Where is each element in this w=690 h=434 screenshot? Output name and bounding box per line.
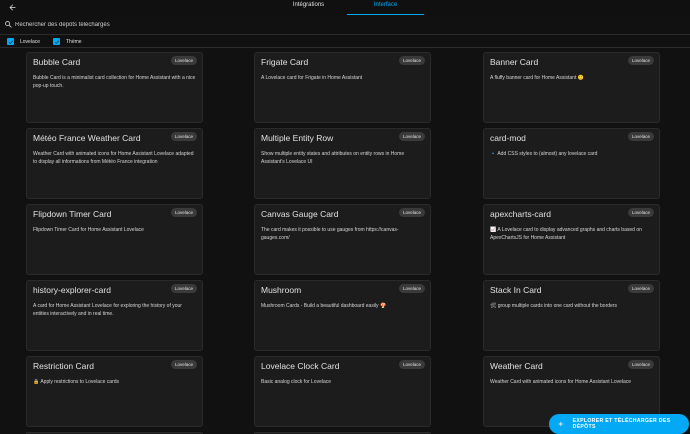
card-description: 🔹 Add CSS styles to (almost) any lovelac… bbox=[490, 151, 598, 157]
card-description: Flipdown Timer Card for Home Assistant L… bbox=[33, 227, 144, 233]
arrow-left-icon bbox=[9, 4, 15, 11]
repo-card-banner-card[interactable]: Banner Card Lovelace A fluffy banner car… bbox=[483, 52, 660, 123]
card-title: card-mod bbox=[490, 133, 526, 143]
card-description: Mushroom Cards - Build a beautiful dashb… bbox=[261, 303, 387, 309]
top-app-bar: Intégrations Interface bbox=[0, 0, 690, 15]
tab-integrations-label: Intégrations bbox=[292, 2, 325, 8]
category-badge: Lovelace bbox=[627, 208, 654, 217]
repo-card-mushroom[interactable]: Mushroom Lovelace Mushroom Cards - Build… bbox=[254, 280, 431, 351]
repo-card-flipdown-timer-card[interactable]: Flipdown Timer Card Lovelace Flipdown Ti… bbox=[26, 204, 203, 275]
card-title: Restriction Card bbox=[33, 361, 94, 371]
category-badge: Lovelace bbox=[170, 208, 197, 217]
repo-card-card-mod[interactable]: card-mod Lovelace 🔹 Add CSS styles to (a… bbox=[483, 128, 660, 199]
check-icon bbox=[8, 39, 13, 44]
category-badge: Lovelace bbox=[627, 132, 654, 141]
filter-lovelace-label: Lovelace bbox=[20, 38, 41, 45]
tab-integrations[interactable]: Intégrations bbox=[270, 0, 347, 15]
card-title: Stack In Card bbox=[490, 285, 542, 295]
repo-card-meteo-france-weather-card[interactable]: Météo France Weather Card Lovelace Weath… bbox=[26, 128, 203, 199]
category-badge: Lovelace bbox=[398, 360, 425, 369]
tab-interface-label: Interface bbox=[373, 2, 398, 8]
card-title: Flipdown Timer Card bbox=[33, 209, 112, 219]
repository-grid: Bubble Card Lovelace Bubble Card is a mi… bbox=[0, 52, 690, 434]
category-badge: Lovelace bbox=[627, 284, 654, 293]
category-badge: Lovelace bbox=[398, 56, 425, 65]
repo-card-restriction-card[interactable]: Restriction Card Lovelace 🔒 Apply restri… bbox=[26, 356, 203, 427]
category-badge: Lovelace bbox=[170, 284, 197, 293]
repo-card-lovelace-clock-card[interactable]: Lovelace Clock Card Lovelace Basic analo… bbox=[254, 356, 431, 427]
repo-card-stack-in-card[interactable]: Stack In Card Lovelace 🛠 group multiple … bbox=[483, 280, 660, 351]
filter-lovelace[interactable]: Lovelace bbox=[7, 37, 40, 46]
category-badge: Lovelace bbox=[398, 284, 425, 293]
card-title: apexcharts-card bbox=[490, 209, 551, 219]
card-title: Weather Card bbox=[490, 361, 543, 371]
card-title: Frigate Card bbox=[261, 57, 309, 67]
repo-card-frigate-card[interactable]: Frigate Card Lovelace A Lovelace card fo… bbox=[254, 52, 431, 123]
explore-download-repositories-button[interactable]: EXPLORER ET TÉLÉCHARGER DES DÉPÔTS bbox=[549, 414, 689, 434]
category-badge: Lovelace bbox=[170, 360, 197, 369]
card-description: A card for Home Assistant Lovelace for e… bbox=[33, 303, 182, 317]
category-badge: Lovelace bbox=[398, 132, 425, 141]
card-description: Weather Card with animated icons for Hom… bbox=[33, 151, 194, 165]
fab-label: EXPLORER ET TÉLÉCHARGER DES DÉPÔTS bbox=[572, 418, 671, 430]
card-description: Basic analog clock for Lovelace bbox=[261, 379, 332, 385]
card-title: history-explorer-card bbox=[33, 285, 111, 295]
category-badge: Lovelace bbox=[170, 132, 197, 141]
card-title: Multiple Entity Row bbox=[261, 133, 334, 143]
card-title: Banner Card bbox=[490, 57, 539, 67]
lovelace-checkbox[interactable] bbox=[7, 38, 14, 45]
card-description: The card makes it possible to use gauges… bbox=[261, 227, 399, 241]
search-input[interactable] bbox=[15, 18, 615, 32]
card-description: A Lovelace card for Frigate in Home Assi… bbox=[261, 75, 363, 81]
filter-theme[interactable]: Thème bbox=[53, 37, 82, 46]
filter-bar: Lovelace Thème bbox=[0, 35, 690, 48]
repo-card-bubble-card[interactable]: Bubble Card Lovelace Bubble Card is a mi… bbox=[26, 52, 203, 123]
card-title: Mushroom bbox=[261, 285, 302, 295]
category-badge: Lovelace bbox=[627, 56, 654, 65]
card-description: A fluffy banner card for Home Assistant … bbox=[490, 75, 584, 81]
check-icon bbox=[54, 39, 59, 44]
search-icon bbox=[5, 21, 12, 28]
card-description: 🛠 group multiple cards into one card wit… bbox=[490, 303, 617, 309]
tab-interface[interactable]: Interface bbox=[347, 0, 424, 15]
card-description: 📈 A Lovelace card to display advanced gr… bbox=[490, 227, 642, 241]
card-title: Lovelace Clock Card bbox=[261, 361, 340, 371]
card-description: Show multiple entity states and attribut… bbox=[261, 151, 405, 165]
back-button[interactable] bbox=[5, 1, 19, 14]
card-title: Canvas Gauge Card bbox=[261, 209, 339, 219]
theme-checkbox[interactable] bbox=[53, 38, 60, 45]
card-description: Weather Card with animated icons for Hom… bbox=[490, 379, 632, 385]
category-badge: Lovelace bbox=[398, 208, 425, 217]
category-badge: Lovelace bbox=[627, 360, 654, 369]
filter-theme-label: Thème bbox=[66, 38, 82, 45]
repo-card-canvas-gauge-card[interactable]: Canvas Gauge Card Lovelace The card make… bbox=[254, 204, 431, 275]
card-description: Bubble Card is a minimalist card collect… bbox=[33, 75, 196, 89]
search-bar bbox=[0, 15, 690, 35]
plus-icon bbox=[558, 421, 564, 427]
card-description: 🔒 Apply restrictions to Lovelace cards bbox=[33, 379, 119, 385]
repo-card-apexcharts-card[interactable]: apexcharts-card Lovelace 📈 A Lovelace ca… bbox=[483, 204, 660, 275]
card-title: Bubble Card bbox=[33, 57, 81, 67]
card-title: Météo France Weather Card bbox=[33, 133, 141, 143]
category-badge: Lovelace bbox=[170, 56, 197, 65]
repo-card-multiple-entity-row[interactable]: Multiple Entity Row Lovelace Show multip… bbox=[254, 128, 431, 199]
repo-card-history-explorer-card[interactable]: history-explorer-card Lovelace A card fo… bbox=[26, 280, 203, 351]
